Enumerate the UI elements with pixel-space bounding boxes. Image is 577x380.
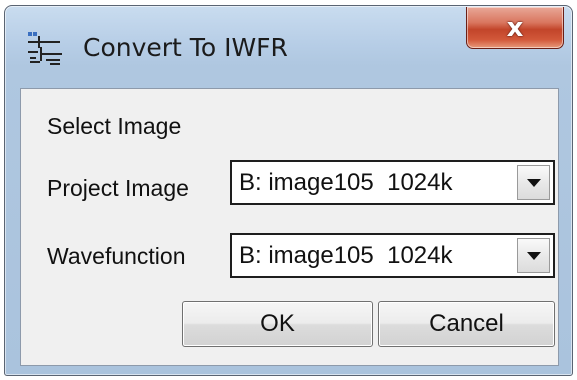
ok-button[interactable]: OK	[182, 301, 373, 347]
select-image-label: Select Image	[47, 113, 182, 139]
chevron-down-icon	[526, 251, 541, 260]
wavefunction-dropdown-button[interactable]	[517, 238, 550, 273]
title-bar[interactable]: Convert To IWFR x	[5, 6, 572, 78]
wavefunction-select[interactable]: B: image105 1024k	[230, 233, 555, 278]
wavefunction-value: B: image105 1024k	[239, 242, 453, 269]
window-title: Convert To IWFR	[83, 33, 288, 62]
project-image-select[interactable]: B: image105 1024k	[230, 160, 555, 205]
app-icon	[26, 31, 66, 69]
close-button[interactable]: x	[466, 7, 564, 49]
dialog-body: Select Image Project Image B: image105 1…	[20, 88, 559, 366]
wavefunction-label: Wavefunction	[47, 243, 186, 269]
project-image-label: Project Image	[47, 175, 189, 201]
dialog-window: Convert To IWFR x Select Image Project I…	[4, 5, 573, 376]
project-image-value: B: image105 1024k	[239, 169, 453, 196]
close-icon: x	[506, 12, 524, 43]
project-image-dropdown-button[interactable]	[517, 165, 550, 200]
cancel-button[interactable]: Cancel	[378, 301, 555, 347]
chevron-down-icon	[526, 178, 541, 187]
